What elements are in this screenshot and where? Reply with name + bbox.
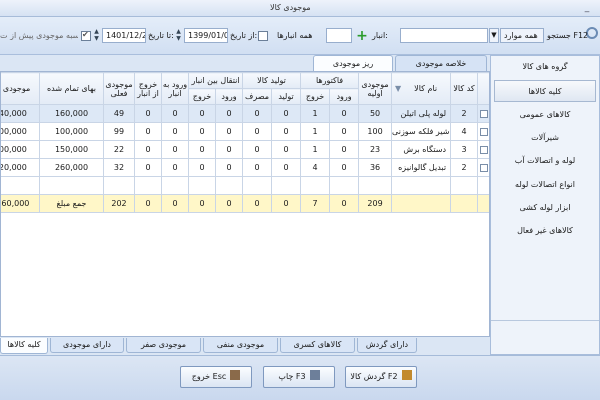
col-name[interactable]: ▼ نام کالا	[391, 72, 452, 105]
row-checkbox[interactable]	[480, 127, 489, 136]
sort-arrow-icon: ▼	[395, 84, 402, 93]
to-date-spinner[interactable]: ▲ ▼	[93, 28, 100, 43]
window-title: موجودی کالا	[270, 3, 311, 12]
col-transfer-exit[interactable]: خروج	[188, 88, 216, 105]
footer-bar: گردش کالا F2 چاپ F3 خروج Esc	[0, 355, 600, 400]
group-item-plumbing-tools[interactable]: ابزار لوله کشی	[494, 197, 596, 219]
print-button[interactable]: چاپ F3	[263, 366, 335, 388]
total-row: 29,360,000 جمع مبلغ 202 0 0 0 0 0 0 7 0 …	[1, 194, 489, 213]
tab-summary-stock[interactable]: خلاصه موجودی	[395, 55, 487, 71]
group-item-inactive[interactable]: کالاهای غیر فعال	[494, 220, 596, 242]
exit-door-icon	[230, 370, 241, 380]
filter-tabs: دارای گردش کالاهای کسری موجودی منفی موجو…	[0, 338, 490, 355]
view-tabs: ریز موجودی خلاصه موجودی	[0, 55, 490, 72]
from-date-field[interactable]: 1399/01/01	[184, 28, 228, 43]
to-date-field[interactable]: 1401/12/29	[102, 28, 146, 43]
from-date-spinner[interactable]: ▲ ▼	[175, 28, 182, 43]
warehouse-code-field[interactable]	[326, 28, 352, 43]
search-scope-select[interactable]: همه موارد	[500, 28, 544, 43]
group-item-pipe-fittings[interactable]: انواع اتصالات لوله	[494, 174, 596, 196]
group-item-water-pipes[interactable]: لوله و اتصالات آب	[494, 150, 596, 172]
from-date-label: از تاریخ:	[230, 31, 258, 40]
table-row[interactable]: 7,840,000 160,000 49 0 0 0 0 0 0 1 0 50 …	[1, 104, 489, 123]
col-cost[interactable]: بهای تمام شده	[39, 72, 104, 105]
row-checkbox[interactable]	[480, 163, 489, 172]
col-stock-value[interactable]: موجودی ریالی	[1, 72, 40, 105]
tab-negative-stock[interactable]: موجودی منفی	[203, 338, 278, 353]
warehouse-field[interactable]	[400, 28, 488, 43]
empty-grid-area	[1, 176, 489, 195]
total-sum-label: جمع مبلغ	[39, 194, 104, 213]
filter-toolbar: جستجو F12 همه موارد ▼ انبار: + همه انبار…	[0, 17, 600, 55]
item-groups-panel: گروه های کالا کلیه کالاها کالاهای عمومی …	[490, 55, 600, 355]
table-row[interactable]: 3,300,000 150,000 22 0 0 0 0 0 0 1 0 23 …	[1, 140, 489, 159]
group-transfer: انتقال بین انبار	[187, 72, 244, 89]
ledger-icon	[401, 370, 412, 380]
tab-zero-stock[interactable]: موجودی صفر	[126, 338, 201, 353]
panel-total-cell	[491, 320, 599, 338]
row-checkbox[interactable]	[480, 109, 489, 118]
to-date-label: تا تاریخ:	[148, 31, 174, 40]
group-invoices: فاکتورها	[300, 72, 360, 89]
col-code[interactable]: کد کالا	[450, 72, 479, 105]
exit-button[interactable]: خروج Esc	[180, 366, 252, 388]
col-produce[interactable]: تولید	[271, 88, 302, 105]
col-wh-out[interactable]: خروج از انبار	[134, 72, 162, 105]
tab-detail-stock[interactable]: ریز موجودی	[313, 55, 393, 72]
add-icon[interactable]: +	[356, 29, 368, 43]
title-bar: موجودی کالا _	[0, 0, 600, 17]
warehouse-label: انبار:	[372, 31, 388, 40]
all-warehouses-label: همه انبارها	[277, 31, 313, 40]
prev-stock-label: محاسبه موجودی پیش از ت	[0, 31, 78, 40]
stock-grid: موجودی ریالی بهای تمام شده موجودی فعلی خ…	[0, 71, 490, 337]
group-production: تولید کالا	[242, 72, 302, 89]
col-wh-in[interactable]: ورود به انبار	[161, 72, 189, 105]
table-row[interactable]: 8,320,000 260,000 32 0 0 0 0 0 0 4 0 36 …	[1, 158, 489, 177]
tab-with-circulation[interactable]: دارای گردش	[357, 338, 417, 353]
chevron-down-icon[interactable]: ▼	[489, 28, 499, 43]
col-transfer-entry[interactable]: ورود	[214, 88, 244, 105]
stock-table: موجودی ریالی بهای تمام شده موجودی فعلی خ…	[1, 72, 489, 213]
group-item-all[interactable]: کلیه کالاها	[494, 80, 596, 102]
minimize-button[interactable]: _	[580, 2, 594, 14]
table-row[interactable]: 9,900,000 100,000 99 0 0 0 0 0 0 1 0 100…	[1, 122, 489, 141]
from-date-checkbox[interactable]	[258, 31, 268, 41]
tab-all-items[interactable]: کلیه کالاها	[0, 338, 48, 354]
total-value: 29,360,000	[1, 194, 40, 213]
tab-in-stock[interactable]: دارای موجودی	[50, 338, 124, 353]
tab-shortage[interactable]: کالاهای کسری	[280, 338, 355, 353]
panel-title: گروه های کالا	[522, 62, 568, 71]
col-check	[477, 72, 489, 105]
circulation-button[interactable]: گردش کالا F2	[345, 366, 417, 388]
search-label: جستجو F12	[547, 31, 589, 40]
col-opening[interactable]: موجودی اولیه	[358, 72, 393, 105]
prev-stock-checkbox[interactable]	[81, 30, 91, 41]
group-item-general[interactable]: کالاهای عمومی	[494, 104, 596, 126]
group-item-valves[interactable]: شیرآلات	[494, 127, 596, 149]
row-checkbox[interactable]	[480, 145, 489, 154]
printer-icon	[309, 370, 320, 380]
col-consume[interactable]: مصرف	[242, 88, 273, 105]
col-current[interactable]: موجودی فعلی	[103, 72, 135, 105]
col-inv-exit[interactable]: خروج	[300, 88, 331, 105]
col-inv-entry[interactable]: ورود	[329, 88, 360, 105]
